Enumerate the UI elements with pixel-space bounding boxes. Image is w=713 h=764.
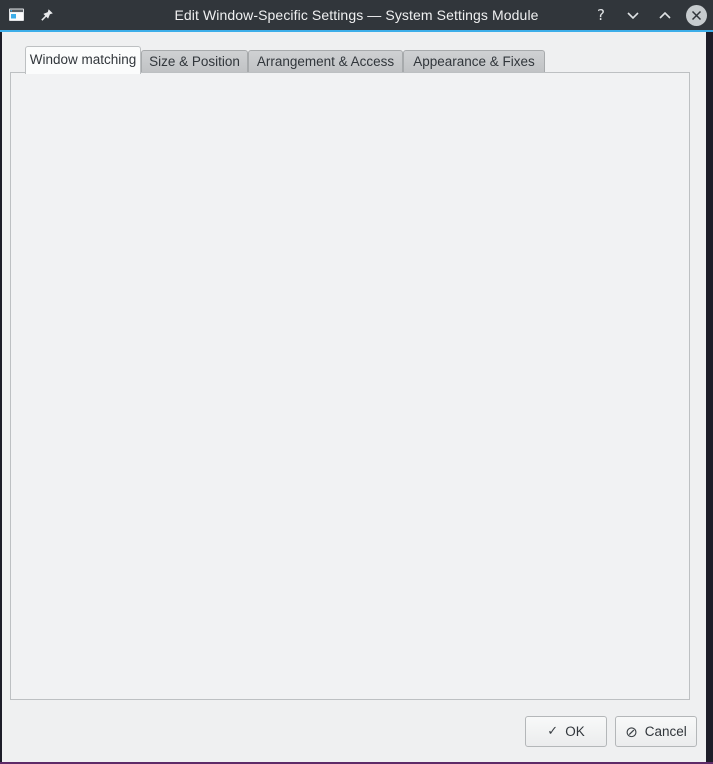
help-icon[interactable]: ?: [590, 4, 612, 26]
screen: Edit Window-Specific Settings — System S…: [0, 0, 713, 764]
chevron-up-icon[interactable]: [654, 4, 676, 26]
ok-button[interactable]: ✓ OK: [525, 716, 607, 747]
tab-panel: [10, 72, 690, 700]
chevron-down-icon[interactable]: [622, 4, 644, 26]
tab-appearance-fixes[interactable]: Appearance & Fixes: [403, 50, 545, 72]
tab-arrangement-access[interactable]: Arrangement & Access: [248, 50, 403, 72]
titlebar: Edit Window-Specific Settings — System S…: [0, 0, 713, 30]
tab-window-matching[interactable]: Window matching: [25, 46, 141, 74]
tab-size-position[interactable]: Size & Position: [141, 50, 248, 72]
settings-dialog: Window matching Size & Position Arrangem…: [2, 32, 706, 762]
close-icon[interactable]: [686, 5, 707, 26]
check-icon: ✓: [547, 724, 558, 739]
cancel-button[interactable]: ⊘ Cancel: [615, 716, 697, 747]
cancel-circle-icon: ⊘: [625, 723, 638, 741]
